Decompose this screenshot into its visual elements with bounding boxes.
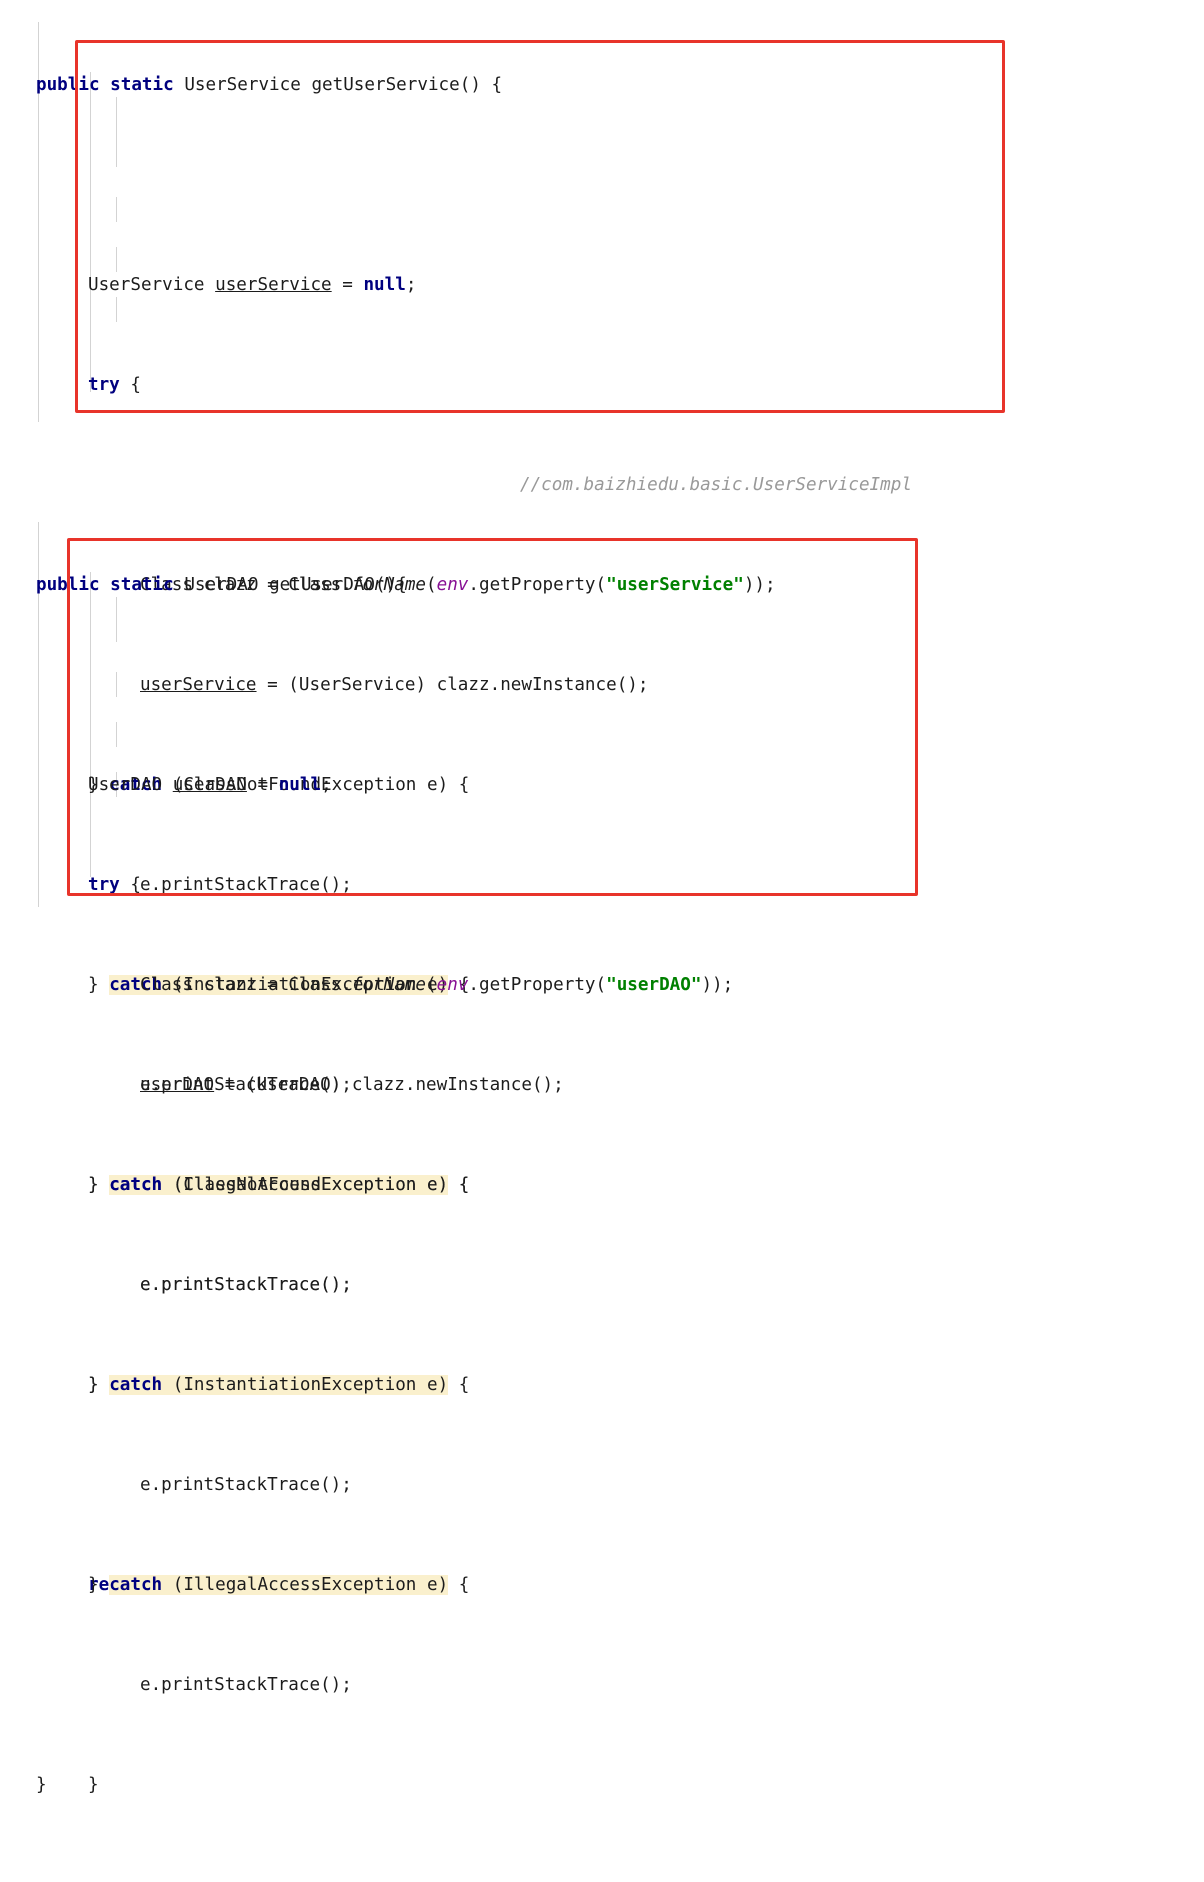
search-highlight-illegal-access-two: catch (IllegalAccessException e) [109, 1575, 449, 1595]
type-user-service-decl: UserService [88, 275, 205, 295]
local-var-user-dao: userDAO [172, 775, 247, 795]
line-print-stack-trace-two-c[interactable]: e.printStackTrace(); [36, 1673, 733, 1698]
keyword-public: public [36, 75, 100, 95]
line-catch-class-not-found-two[interactable]: } catch (ClassNotFoundException e) { [36, 1173, 733, 1198]
method-name-get-user-service: getUserService() { [311, 75, 503, 95]
method-get-property: getProperty [479, 975, 596, 995]
line-try-open-two[interactable]: try { [36, 873, 733, 898]
type-user-service: UserService [184, 75, 301, 95]
keyword-catch: catch [109, 1375, 163, 1395]
keyword-try: try [88, 375, 120, 395]
keyword-null: null [278, 775, 322, 795]
line-print-stack-trace-two-b[interactable]: e.printStackTrace(); [36, 1473, 733, 1498]
method-two-code[interactable]: public static UserDAO getUserDAO(){ User… [36, 498, 733, 1882]
line-blank-1 [36, 173, 912, 198]
line-close-try-two[interactable]: } [36, 1773, 733, 1798]
keyword-static: static [110, 75, 174, 95]
type-user-dao-decl: UserDAO [88, 775, 163, 795]
exception-class-not-found: ClassNotFoundException [183, 1175, 417, 1195]
static-field-env: env [436, 975, 469, 995]
keyword-catch: catch [109, 1175, 163, 1195]
keyword-static: static [110, 575, 174, 595]
comment-fqcn-user-service-impl: //com.baizhiedu.basic.UserServiceImpl [520, 475, 912, 495]
cast-type-user-dao: UserDAO [256, 1075, 331, 1095]
line-blank-5 [36, 1873, 733, 1882]
call-print-stack-trace: e.printStackTrace(); [140, 1275, 352, 1295]
search-highlight-instantiation-two: catch (InstantiationException e) [109, 1375, 449, 1395]
line-class-for-name-two[interactable]: Class clazz = Class.forName(env.getPrope… [36, 973, 733, 998]
exception-instantiation: InstantiationException [183, 1375, 417, 1395]
call-print-stack-trace: e.printStackTrace(); [140, 1475, 352, 1495]
string-literal-user-dao: "userDAO" [606, 975, 702, 995]
line-catch-instantiation-two[interactable]: } catch (InstantiationException e) { [36, 1373, 733, 1398]
method-new-instance: newInstance [415, 1075, 532, 1095]
line-method-one-signature[interactable]: public static UserService getUserService… [36, 73, 912, 98]
call-print-stack-trace: e.printStackTrace(); [140, 1675, 352, 1695]
line-print-stack-trace-two-a[interactable]: e.printStackTrace(); [36, 1273, 733, 1298]
line-declare-user-service[interactable]: UserService userService = null; [36, 273, 912, 298]
keyword-public: public [36, 575, 100, 595]
keyword-null: null [363, 275, 406, 295]
line-method-two-signature[interactable]: public static UserDAO getUserDAO(){ [36, 573, 733, 598]
line-try-open-one[interactable]: try { [36, 373, 912, 398]
exception-illegal-access: IllegalAccessException [183, 1575, 417, 1595]
static-method-for-name: forName [351, 975, 427, 995]
line-assign-new-instance-two[interactable]: userDAO = (UserDAO) clazz.newInstance(); [36, 1073, 733, 1098]
code-editor-surface: public static UserService getUserService… [0, 0, 1204, 1795]
type-class: Class [140, 975, 193, 995]
var-clazz: clazz [203, 975, 257, 995]
type-user-dao: UserDAO [184, 575, 259, 595]
line-blank-4 [36, 673, 733, 698]
line-declare-user-dao[interactable]: UserDAO userDAO = null; [36, 773, 733, 798]
method-name-get-user-dao: getUserDAO(){ [269, 575, 407, 595]
keyword-try: try [88, 875, 120, 895]
local-var-user-dao-assign: userDAO [140, 1075, 215, 1095]
line-catch-illegal-access-two[interactable]: } catch (IllegalAccessException e) { [36, 1573, 733, 1598]
line-comment-user-service-impl[interactable]: //com.baizhiedu.basic.UserServiceImpl [36, 473, 912, 498]
local-var-user-service: userService [215, 275, 332, 295]
keyword-catch: catch [109, 1575, 163, 1595]
